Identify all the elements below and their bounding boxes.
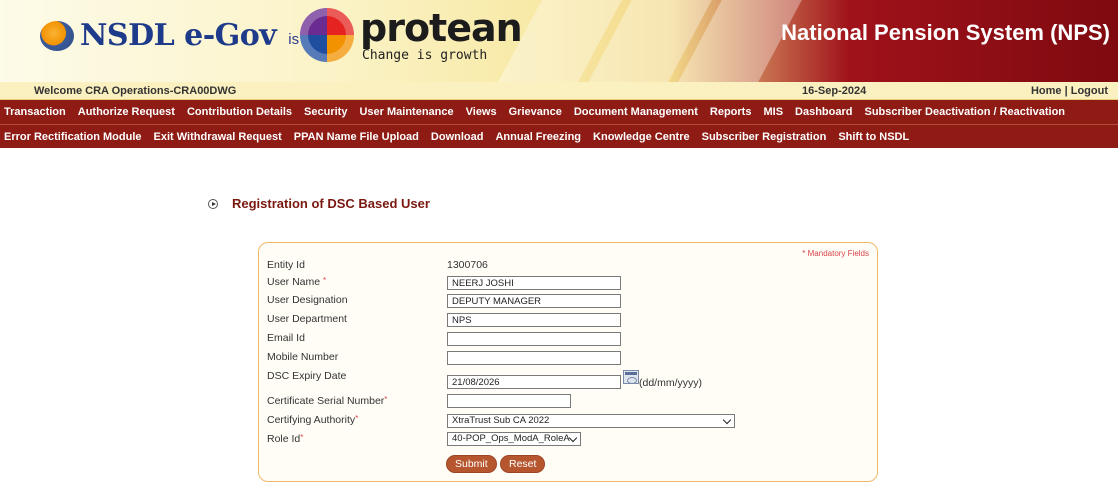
- entity-id-label: Entity Id: [267, 259, 305, 271]
- designation-label: User Designation: [267, 294, 348, 306]
- menu-item-views[interactable]: Views: [460, 106, 503, 118]
- welcome-text: Welcome CRA Operations-CRA00DWG: [34, 84, 237, 97]
- mobile-label: Mobile Number: [267, 351, 339, 363]
- required-mark: *: [355, 414, 359, 423]
- department-input[interactable]: [447, 313, 621, 327]
- menu-item-error-rectification[interactable]: Error Rectification Module: [0, 131, 148, 143]
- mandatory-fields-note: * Mandatory Fields: [802, 249, 869, 258]
- calendar-icon[interactable]: [623, 370, 639, 384]
- menu-item-contribution-details[interactable]: Contribution Details: [181, 106, 298, 118]
- menu-item-authorize-request[interactable]: Authorize Request: [72, 106, 181, 118]
- registration-form: * Mandatory Fields Entity Id 1300706 Use…: [258, 242, 878, 482]
- page-title: Registration of DSC Based User: [232, 196, 430, 211]
- cert-serial-label-text: Certificate Serial Number: [267, 395, 385, 407]
- entity-id-value: 1300706: [447, 259, 488, 271]
- nsdl-logo-text: NSDL e-Gov: [80, 18, 277, 53]
- cert-serial-label: Certificate Serial Number*: [267, 395, 387, 407]
- email-input[interactable]: [447, 332, 621, 346]
- user-name-label: User Name *: [267, 276, 326, 288]
- role-id-label-text: Role Id: [267, 433, 301, 445]
- role-id-label: Role Id*: [267, 433, 303, 445]
- link-separator: |: [1061, 84, 1071, 97]
- cert-authority-label: Certifying Authority*: [267, 414, 358, 426]
- menu-item-transaction[interactable]: Transaction: [0, 106, 72, 118]
- nsdl-logo-icon: [40, 20, 74, 51]
- protean-name: protean: [360, 5, 523, 50]
- date-format-hint: (dd/mm/yyyy): [639, 377, 702, 389]
- welcome-bar: Welcome CRA Operations-CRA00DWG 16-Sep-2…: [0, 82, 1118, 100]
- menu-item-security[interactable]: Security: [298, 106, 353, 118]
- menu-item-knowledge-centre[interactable]: Knowledge Centre: [587, 131, 696, 143]
- menu-item-user-maintenance[interactable]: User Maintenance: [353, 106, 459, 118]
- logout-link[interactable]: Logout: [1071, 85, 1108, 97]
- cert-authority-select[interactable]: XtraTrust Sub CA 2022: [447, 414, 735, 428]
- menu-item-mis[interactable]: MIS: [757, 106, 789, 118]
- menu-item-download[interactable]: Download: [425, 131, 490, 143]
- required-mark: *: [300, 433, 304, 442]
- department-label: User Department: [267, 313, 347, 325]
- dsc-expiry-label: DSC Expiry Date: [267, 370, 347, 382]
- protean-logo: protean Change is growth: [300, 5, 523, 63]
- cert-authority-label-text: Certifying Authority: [267, 414, 356, 426]
- role-id-select[interactable]: 40-POP_Ops_ModA_RoleA: [447, 432, 581, 446]
- protean-tagline: Change is growth: [362, 47, 488, 63]
- home-link[interactable]: Home: [1031, 85, 1062, 97]
- arrow-bullet-icon: [208, 198, 218, 209]
- menu-item-document-management[interactable]: Document Management: [568, 106, 704, 118]
- menu-item-shift-to-nsdl[interactable]: Shift to NSDL: [832, 131, 915, 143]
- chevron-down-icon: [722, 415, 732, 424]
- mobile-input[interactable]: [447, 351, 621, 365]
- dsc-expiry-input[interactable]: [447, 375, 621, 389]
- menu-item-ppan-upload[interactable]: PPAN Name File Upload: [288, 131, 425, 143]
- designation-input[interactable]: [447, 294, 621, 308]
- page-heading: Registration of DSC Based User: [208, 196, 430, 211]
- reset-button[interactable]: Reset: [500, 455, 546, 473]
- nsdl-logo: NSDL e-Gov is now: [40, 18, 331, 53]
- menu-item-annual-freezing[interactable]: Annual Freezing: [489, 131, 587, 143]
- main-content: Registration of DSC Based User * Mandato…: [0, 148, 1118, 482]
- required-mark: *: [323, 276, 327, 285]
- menu-item-reports[interactable]: Reports: [704, 106, 758, 118]
- menu-item-dashboard[interactable]: Dashboard: [789, 106, 858, 118]
- top-links: Home | Logout: [1031, 85, 1108, 97]
- menu-item-grievance[interactable]: Grievance: [503, 106, 568, 118]
- chevron-down-icon: [568, 433, 578, 442]
- system-title: National Pension System (NPS): [781, 20, 1110, 45]
- current-date: 16-Sep-2024: [802, 84, 867, 97]
- menu-item-subscriber-registration[interactable]: Subscriber Registration: [696, 131, 833, 143]
- protean-logo-icon: [300, 8, 354, 62]
- required-mark: *: [384, 395, 388, 404]
- submit-button[interactable]: Submit: [446, 455, 497, 473]
- email-label: Email Id: [267, 332, 305, 344]
- cert-authority-selected: XtraTrust Sub CA 2022: [452, 415, 550, 426]
- secondary-menu: Error Rectification Module Exit Withdraw…: [0, 124, 1118, 148]
- cert-serial-input[interactable]: [447, 394, 571, 408]
- main-menu: Transaction Authorize Request Contributi…: [0, 100, 1118, 124]
- user-name-label-text: User Name: [267, 276, 321, 288]
- menu-item-subscriber-deactivation[interactable]: Subscriber Deactivation / Reactivation: [859, 106, 1072, 118]
- menu-item-exit-withdrawal[interactable]: Exit Withdrawal Request: [148, 131, 288, 143]
- header-banner: NSDL e-Gov is now protean Change is grow…: [0, 0, 1118, 82]
- role-id-selected: 40-POP_Ops_ModA_RoleA: [452, 433, 570, 444]
- user-name-input[interactable]: [447, 276, 621, 290]
